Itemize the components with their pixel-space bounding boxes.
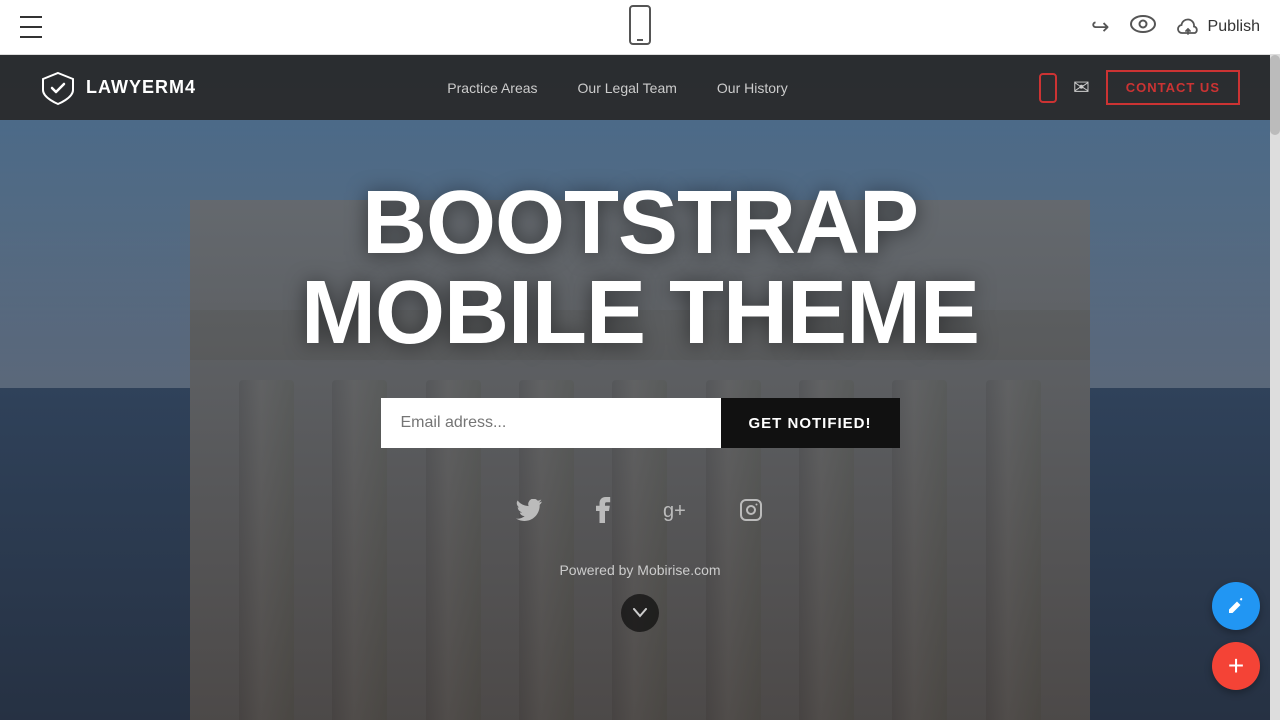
email-input[interactable] xyxy=(381,398,721,448)
google-plus-icon[interactable]: g+ xyxy=(655,488,699,532)
nav-phone-icon[interactable] xyxy=(1039,73,1057,103)
hamburger-line-2 xyxy=(20,26,42,28)
undo-icon[interactable]: ↩ xyxy=(1091,14,1109,40)
toolbar: ↩ Publish xyxy=(0,0,1280,55)
site-logo-text: LAWYERM4 xyxy=(86,77,196,98)
facebook-icon[interactable] xyxy=(581,488,625,532)
nav-legal-team[interactable]: Our Legal Team xyxy=(578,80,677,96)
site-navbar: LAWYERM4 Practice Areas Our Legal Team O… xyxy=(0,55,1280,120)
hero-title-line2: MOBILE THEME xyxy=(301,268,979,358)
toolbar-left xyxy=(20,12,42,42)
publish-button[interactable]: Publish xyxy=(1176,17,1260,37)
logo-shield-icon xyxy=(40,70,76,106)
get-notified-button[interactable]: GET NOTIFIED! xyxy=(721,398,900,448)
toolbar-right: ↩ Publish xyxy=(1091,14,1260,40)
hero-title-line1: BOOTSTRAP xyxy=(301,178,979,268)
nav-practice-areas[interactable]: Practice Areas xyxy=(447,80,537,96)
mobile-view-icon[interactable] xyxy=(628,5,652,45)
hero-email-row: GET NOTIFIED! xyxy=(381,398,900,448)
instagram-icon[interactable] xyxy=(729,488,773,532)
nav-mail-icon[interactable]: ✉ xyxy=(1073,75,1090,100)
edit-fab-button[interactable] xyxy=(1212,582,1260,630)
scroll-down-button[interactable] xyxy=(621,594,659,632)
add-fab-button[interactable]: + xyxy=(1212,642,1260,690)
publish-label: Publish xyxy=(1208,18,1260,36)
svg-text:g+: g+ xyxy=(663,500,686,521)
toolbar-center xyxy=(628,5,652,50)
website-preview: LAWYERM4 Practice Areas Our Legal Team O… xyxy=(0,55,1280,720)
social-icons-row: g+ xyxy=(507,488,773,532)
fab-container: + xyxy=(1212,582,1260,690)
hamburger-menu-button[interactable] xyxy=(20,12,42,42)
powered-by: Powered by Mobirise.com xyxy=(559,562,720,578)
site-logo: LAWYERM4 xyxy=(40,70,196,106)
site-nav-links: Practice Areas Our Legal Team Our Histor… xyxy=(447,80,787,96)
twitter-icon[interactable] xyxy=(507,488,551,532)
plus-icon: + xyxy=(1228,652,1244,680)
hero-section: LAWYERM4 Practice Areas Our Legal Team O… xyxy=(0,55,1280,720)
scrollbar[interactable] xyxy=(1270,55,1280,720)
preview-icon[interactable] xyxy=(1130,15,1156,39)
hamburger-line-3 xyxy=(20,36,42,38)
contact-us-button[interactable]: CONTACT US xyxy=(1106,70,1240,105)
nav-our-history[interactable]: Our History xyxy=(717,80,788,96)
scrollbar-thumb[interactable] xyxy=(1270,55,1280,135)
hero-content: BOOTSTRAP MOBILE THEME GET NOTIFIED! xyxy=(0,120,1280,720)
hero-title: BOOTSTRAP MOBILE THEME xyxy=(301,178,979,358)
cloud-upload-icon xyxy=(1176,17,1200,37)
site-nav-right: ✉ CONTACT US xyxy=(1039,70,1240,105)
hamburger-line-1 xyxy=(20,16,42,18)
